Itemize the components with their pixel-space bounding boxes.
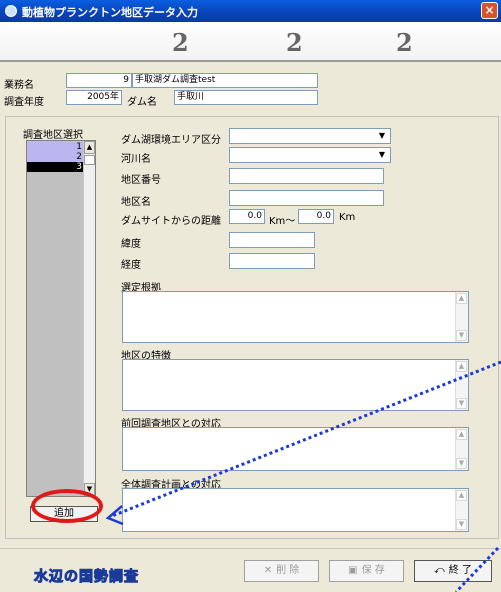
feature-textarea[interactable]: ▲ ▼	[122, 359, 469, 411]
scroll-up-icon[interactable]: ▲	[456, 490, 467, 501]
dam-field: 手取川	[174, 90, 318, 105]
business-name-field: 手取湖ダム調査test	[132, 73, 318, 88]
business-no-field: 9	[66, 73, 132, 88]
exit-button[interactable]: ⤺ 終 了	[414, 560, 492, 582]
scroll-down-icon[interactable]: ▼	[456, 519, 467, 530]
binder-rings: 2 2 2	[0, 22, 501, 60]
textarea-scrollbar[interactable]: ▲ ▼	[455, 292, 468, 342]
year-label: 調査年度	[4, 97, 44, 108]
latitude-field[interactable]	[229, 232, 315, 248]
ring-icon: 2	[396, 28, 413, 57]
scroll-thumb[interactable]	[84, 155, 95, 165]
footer-divider	[0, 548, 501, 549]
reason-textarea[interactable]: ▲ ▼	[122, 291, 469, 343]
delete-button[interactable]: ✕ 削 除	[244, 560, 319, 582]
exit-button-label: 終 了	[448, 565, 472, 576]
list-item[interactable]: 2	[27, 152, 85, 162]
chevron-down-icon[interactable]: ▼	[375, 130, 389, 142]
district-listbox[interactable]: 1 2 3 ▲ ▼	[26, 140, 96, 497]
list-scrollbar[interactable]: ▲ ▼	[83, 141, 95, 496]
scroll-down-icon[interactable]: ▼	[456, 398, 467, 409]
title-bar: 動植物プランクトン地区データ入力 ×	[0, 0, 501, 22]
river-label: 河川名	[121, 154, 151, 165]
app-icon	[5, 5, 17, 17]
river-select[interactable]: ▼	[229, 147, 391, 163]
delete-button-label: 削 除	[276, 565, 300, 576]
list-item[interactable]: 3	[27, 162, 85, 172]
scroll-up-icon[interactable]: ▲	[456, 293, 467, 304]
exit-icon: ⤺	[434, 565, 445, 576]
distance-label: ダムサイトからの距離	[121, 216, 221, 227]
district-list-caption: 調査地区選択	[23, 130, 83, 141]
area-label: ダム湖環境エリア区分	[121, 135, 221, 146]
business-label: 業務名	[4, 80, 34, 91]
area-select[interactable]: ▼	[229, 128, 391, 144]
highlight-circle	[31, 489, 103, 523]
district-name-field[interactable]	[229, 190, 384, 206]
textarea-scrollbar[interactable]: ▲ ▼	[455, 360, 468, 410]
window-title: 動植物プランクトン地区データ入力	[22, 6, 198, 19]
header-divider	[0, 60, 501, 62]
distance-to-field[interactable]: 0.0	[298, 209, 334, 224]
longitude-label: 経度	[121, 260, 141, 271]
scroll-up-icon[interactable]: ▲	[456, 361, 467, 372]
close-button[interactable]: ×	[481, 2, 498, 19]
ring-icon: 2	[172, 28, 189, 57]
unit-km-to: Km	[339, 212, 356, 223]
district-no-field[interactable]	[229, 168, 384, 184]
save-button-label: 保 存	[361, 565, 385, 576]
dam-label: ダム名	[127, 97, 157, 108]
previous-textarea[interactable]: ▲ ▼	[122, 427, 469, 471]
chevron-down-icon[interactable]: ▼	[375, 149, 389, 161]
save-icon: ▣	[348, 565, 358, 576]
plan-textarea[interactable]: ▲ ▼	[122, 488, 469, 532]
district-no-label: 地区番号	[121, 175, 161, 186]
textarea-scrollbar[interactable]: ▲ ▼	[455, 428, 468, 470]
distance-from-field[interactable]: 0.0	[229, 209, 265, 224]
unit-km-from: Km〜	[269, 216, 296, 227]
textarea-scrollbar[interactable]: ▲ ▼	[455, 489, 468, 531]
list-item[interactable]: 1	[27, 142, 85, 152]
scroll-up-icon[interactable]: ▲	[84, 141, 95, 154]
delete-icon: ✕	[263, 565, 273, 576]
scroll-up-icon[interactable]: ▲	[456, 429, 467, 440]
district-name-label: 地区名	[121, 197, 151, 208]
scroll-down-icon[interactable]: ▼	[456, 458, 467, 469]
brand-logo: 水辺の国勢調査	[34, 569, 139, 586]
save-button[interactable]: ▣ 保 存	[329, 560, 404, 582]
latitude-label: 緯度	[121, 239, 141, 250]
longitude-field[interactable]	[229, 253, 315, 269]
scroll-down-icon[interactable]: ▼	[456, 330, 467, 341]
ring-icon: 2	[286, 28, 303, 57]
year-field: 2005年	[66, 90, 122, 105]
